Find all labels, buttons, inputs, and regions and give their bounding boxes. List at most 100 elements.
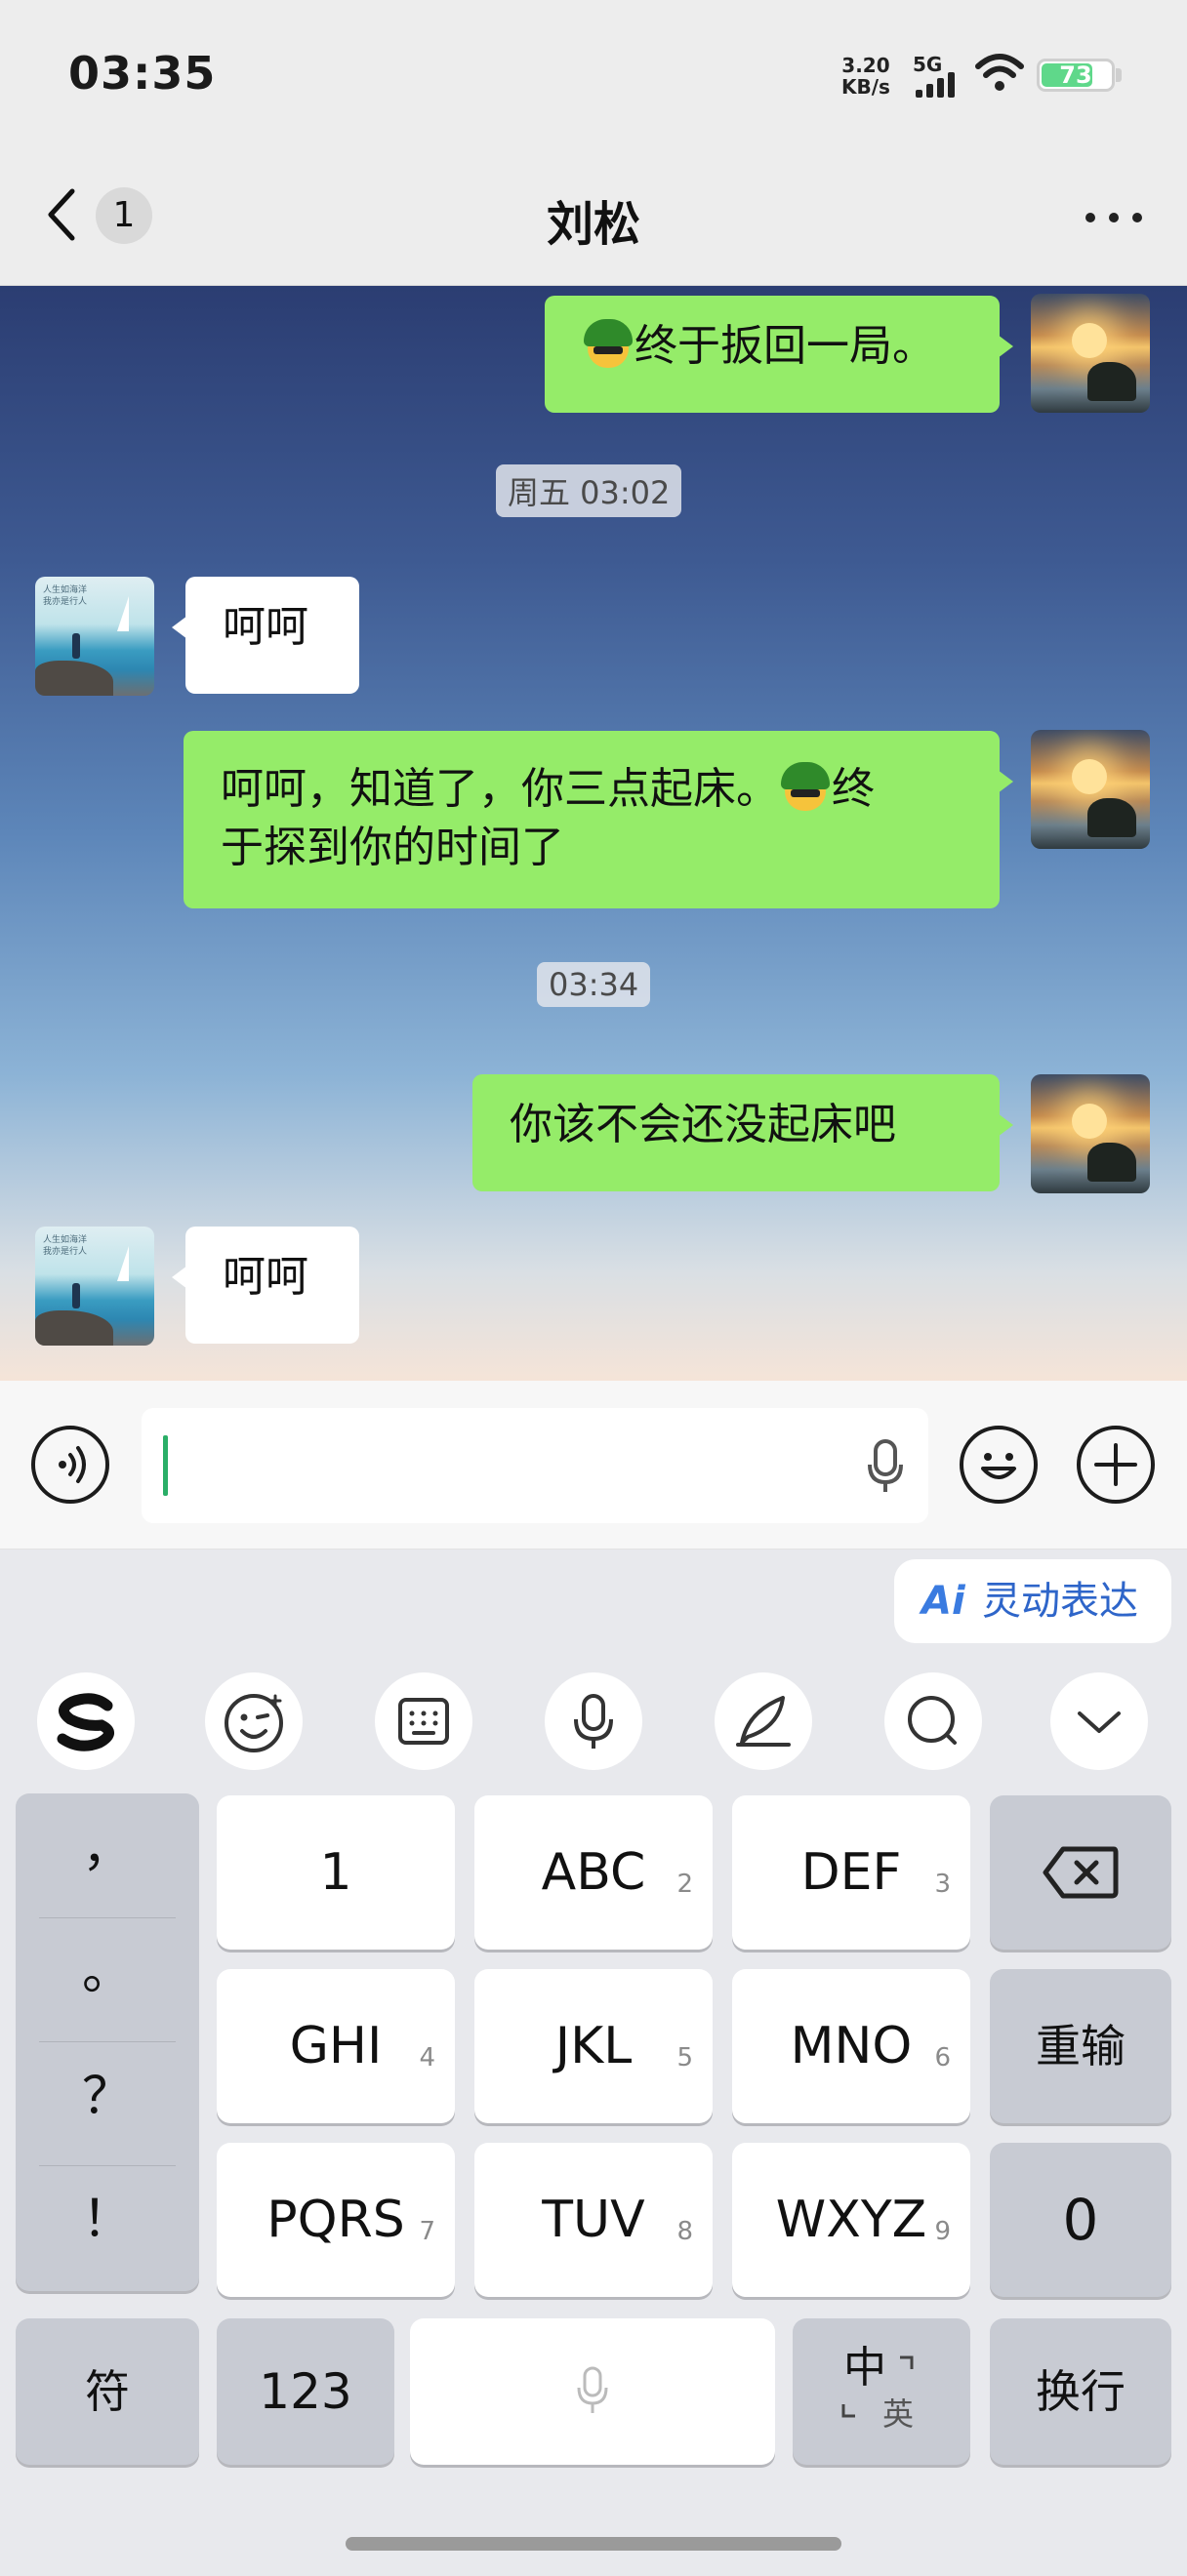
message-bubble-sent[interactable]: 你该不会还没起床吧 (472, 1074, 1013, 1191)
key-mno[interactable]: 6 MNO (732, 1969, 970, 2123)
quill-icon (736, 1696, 791, 1747)
space-key[interactable] (410, 2318, 775, 2465)
message-bubble-sent[interactable]: 终于扳回一局。 (545, 296, 1013, 413)
microphone-icon (574, 1694, 613, 1749)
message-bubble-sent[interactable]: 呵呵，知道了，你三点起床。 终 于探到你的时间了 (184, 731, 1013, 908)
message-text: 终 (832, 764, 875, 814)
input-bar (0, 1381, 1187, 1550)
chevron-down-icon (1078, 1711, 1121, 1733)
status-bar: 03:35 3.20 KB/s 5G 73 (0, 0, 1187, 146)
key-number: 7 (419, 2217, 435, 2246)
keyboard-layout-button[interactable] (375, 1672, 472, 1770)
battery-icon: 73 (1037, 59, 1115, 92)
handwriting-button[interactable] (715, 1672, 812, 1770)
wink-face-icon (225, 1694, 283, 1752)
key-abc[interactable]: 2 ABC (474, 1795, 713, 1950)
home-indicator[interactable] (346, 2537, 841, 2551)
key-label: 0 (1062, 2187, 1099, 2253)
key-number: 6 (934, 2043, 951, 2073)
search-icon (908, 1696, 957, 1745)
key-number: 4 (419, 2043, 435, 2073)
message-text: 呵呵 (223, 602, 308, 652)
key-ghi[interactable]: 4 GHI (217, 1969, 455, 2123)
reenter-key[interactable]: 重输 (990, 1969, 1171, 2123)
key-label: JKL (554, 2017, 633, 2075)
key-exclamation[interactable]: ！ (16, 2178, 199, 2251)
message-list[interactable]: 终于扳回一局。 周五 03:02 人生如海洋 我亦是行人 呵呵 呵呵，知道了，你三… (0, 286, 1187, 1381)
timestamp: 03:34 (537, 962, 651, 1007)
backspace-icon (1043, 1846, 1119, 1899)
clock: 03:35 (68, 47, 217, 100)
key-label: 换行 (1036, 2365, 1126, 2418)
newline-key[interactable]: 换行 (990, 2318, 1171, 2465)
plus-icon (1094, 1443, 1137, 1486)
my-avatar[interactable] (1031, 294, 1150, 413)
key-number: 5 (676, 2043, 693, 2073)
symbols-key[interactable]: 符 (16, 2318, 199, 2465)
message-bubble-received[interactable]: 呵呵 (172, 577, 359, 694)
soldier-emoji-icon (779, 760, 832, 813)
punctuation-column: ， 。 ？ ！ (16, 1793, 199, 2291)
key-label: DEF (800, 1843, 902, 1902)
sogou-logo-button[interactable] (37, 1672, 135, 1770)
switch-bracket-icon (841, 2355, 914, 2418)
timestamp: 周五 03:02 (496, 464, 682, 517)
key-label: ABC (541, 1843, 646, 1902)
key-number: 8 (676, 2217, 693, 2246)
key-wxyz[interactable]: 9 WXYZ (732, 2143, 970, 2297)
microphone-icon[interactable] (866, 1437, 905, 1496)
contact-avatar[interactable]: 人生如海洋 我亦是行人 (35, 1227, 154, 1346)
keyboard-icon (398, 1698, 449, 1745)
chat-header: 1 刘松 (0, 146, 1187, 286)
key-number: 9 (934, 2217, 951, 2246)
key-comma[interactable]: ， (16, 1807, 199, 1880)
more-options-button[interactable] (1080, 197, 1148, 236)
my-avatar[interactable] (1031, 1074, 1150, 1193)
key-period[interactable]: 。 (16, 1930, 199, 2003)
wifi-icon (975, 54, 1024, 91)
key-label: 123 (259, 2363, 352, 2420)
page-title: 刘松 (546, 197, 640, 252)
key-label: 符 (85, 2365, 130, 2418)
voice-mode-button[interactable] (31, 1426, 109, 1504)
emoji-button[interactable] (960, 1426, 1038, 1504)
ai-badge: Ai (921, 1579, 965, 1624)
key-label: TUV (542, 2191, 645, 2249)
message-text: 呵呵 (223, 1252, 308, 1302)
key-pqrs[interactable]: 7 PQRS (217, 2143, 455, 2297)
message-bubble-received[interactable]: 呵呵 (172, 1227, 359, 1344)
message-input[interactable] (142, 1408, 928, 1523)
key-label: 重输 (1036, 2020, 1126, 2073)
key-question[interactable]: ？ (16, 2055, 199, 2128)
battery-level: 73 (1059, 61, 1092, 89)
key-number: 2 (676, 1870, 693, 1899)
key-label: WXYZ (775, 2191, 927, 2249)
key-label: 1 (319, 1843, 352, 1902)
backspace-key[interactable] (990, 1795, 1171, 1950)
key-label: GHI (289, 2017, 383, 2075)
key-0[interactable]: 0 (990, 2143, 1171, 2297)
key-def[interactable]: 3 DEF (732, 1795, 970, 1950)
key-label: MNO (790, 2017, 913, 2075)
search-button[interactable] (884, 1672, 982, 1770)
language-switch-key[interactable]: 中 英 (793, 2318, 970, 2465)
voice-input-button[interactable] (545, 1672, 642, 1770)
collapse-keyboard-button[interactable] (1050, 1672, 1148, 1770)
message-text: 于探到你的时间了 (221, 823, 564, 872)
text-cursor (163, 1435, 168, 1496)
key-1[interactable]: 1 (217, 1795, 455, 1950)
network-speed-unit: KB/s (841, 75, 890, 99)
numbers-key[interactable]: 123 (217, 2318, 394, 2465)
more-actions-button[interactable] (1077, 1426, 1155, 1504)
key-label: PQRS (266, 2191, 405, 2249)
ai-expression-label: 灵动表达 (982, 1579, 1138, 1624)
my-avatar[interactable] (1031, 730, 1150, 849)
ai-expression-button[interactable]: Ai 灵动表达 (894, 1559, 1171, 1643)
message-text: 呵呵，知道了，你三点起床。 (221, 764, 779, 814)
contact-avatar[interactable]: 人生如海洋 我亦是行人 (35, 577, 154, 696)
keyboard: Ai 灵动表达 ， 。 ？ ！ 1 2 ABC 3 DEF 4 GHI 5 JK… (0, 1550, 1187, 2576)
sogou-logo-icon (57, 1693, 114, 1751)
emoji-panel-button[interactable] (205, 1672, 303, 1770)
key-jkl[interactable]: 5 JKL (474, 1969, 713, 2123)
key-tuv[interactable]: 8 TUV (474, 2143, 713, 2297)
